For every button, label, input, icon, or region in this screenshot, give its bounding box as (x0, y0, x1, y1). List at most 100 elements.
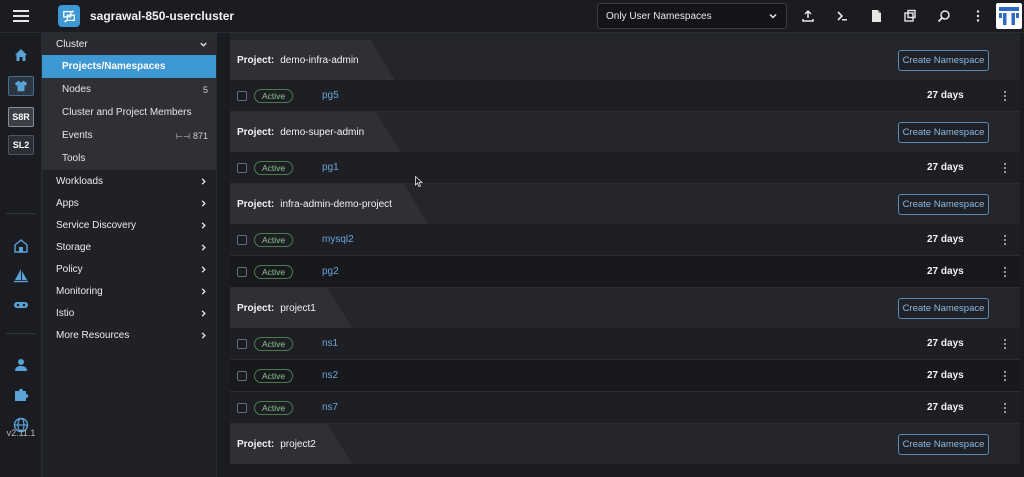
nav-item-cluster-project-members[interactable]: Cluster and Project Members (42, 101, 216, 124)
namespace-link[interactable]: pg2 (322, 266, 339, 277)
namespace-link[interactable]: ns1 (322, 338, 338, 349)
create-namespace-button[interactable]: Create Namespace (898, 194, 989, 215)
create-namespace-button[interactable]: Create Namespace (898, 122, 989, 143)
nav-group-storage[interactable]: Storage (42, 236, 216, 258)
row-actions-icon[interactable] (1001, 401, 1009, 415)
namespace-link[interactable]: ns2 (322, 370, 338, 381)
more-options-icon[interactable] (970, 8, 986, 24)
side-navigation: Cluster Projects/Namespaces Nodes 5 Clus… (42, 33, 217, 477)
namespace-row[interactable]: Active ns2 27 days (230, 360, 1020, 392)
namespace-link[interactable]: pg1 (322, 162, 339, 173)
nav-group-label: Service Discovery (56, 219, 137, 231)
shirt-icon[interactable] (8, 76, 34, 96)
row-checkbox[interactable] (237, 338, 247, 349)
row-checkbox[interactable] (237, 90, 247, 101)
file-icon[interactable] (868, 8, 884, 24)
status-badge: Active (254, 368, 294, 383)
nodes-count: 5 (202, 84, 208, 95)
menu-icon[interactable] (0, 0, 42, 33)
namespace-row[interactable]: Active pg2 27 days (230, 256, 1020, 288)
namespace-link[interactable]: ns7 (322, 402, 338, 413)
namespace-filter-select[interactable]: Only User Namespaces (597, 3, 787, 29)
projects-list: Project: demo-infra-admin Create Namespace… (230, 33, 1020, 464)
cluster-name: sagrawal-850-usercluster (90, 9, 235, 23)
nav-group-cluster[interactable]: Cluster (42, 33, 216, 55)
nav-group-apps[interactable]: Apps (42, 192, 216, 214)
project-label: Project: (237, 198, 275, 210)
cluster-sl2-button[interactable]: SL2 (8, 135, 34, 155)
status-badge: Active (254, 160, 294, 175)
row-checkbox[interactable] (237, 402, 247, 413)
namespace-row[interactable]: Active pg1 27 days (230, 152, 1020, 184)
row-actions-icon[interactable] (1001, 337, 1009, 351)
nav-group-more-resources[interactable]: More Resources (42, 324, 216, 346)
nav-group-workloads[interactable]: Workloads (42, 170, 216, 192)
project-label: Project: (237, 302, 275, 314)
chevron-down-icon (200, 42, 207, 47)
row-checkbox[interactable] (237, 370, 247, 381)
row-actions-icon[interactable] (1001, 89, 1009, 103)
nav-group-label: Monitoring (56, 285, 103, 297)
row-checkbox[interactable] (237, 266, 247, 277)
copy-config-icon[interactable] (902, 8, 918, 24)
namespace-age: 27 days (927, 90, 964, 101)
nav-group-label: Istio (56, 307, 75, 319)
row-checkbox[interactable] (237, 162, 247, 173)
nav-item-nodes[interactable]: Nodes 5 (42, 78, 216, 101)
create-namespace-button[interactable]: Create Namespace (898, 434, 989, 455)
nav-group-label: Storage (56, 241, 92, 253)
events-count: ⊢⊣ 871 (176, 131, 208, 141)
cluster-s8r-button[interactable]: S8R (8, 107, 34, 127)
home-icon[interactable] (8, 45, 34, 65)
project-label: Project: (237, 438, 275, 450)
namespace-row[interactable]: Active mysql2 27 days (230, 224, 1020, 256)
project-tab: Project: project1 (230, 288, 352, 328)
top-bar: sagrawal-850-usercluster Only User Names… (0, 0, 1024, 33)
project-name: project1 (280, 302, 316, 314)
namespace-filter-value: Only User Namespaces (606, 10, 712, 22)
row-actions-icon[interactable] (1001, 265, 1009, 279)
nav-groups: Workloads Apps Service Discovery Storage Pol… (42, 170, 216, 346)
nav-item-tools[interactable]: Tools (42, 147, 216, 170)
project-tab: Project: demo-super-admin (230, 112, 400, 152)
create-namespace-button[interactable]: Create Namespace (898, 50, 989, 71)
chevron-right-icon (201, 309, 206, 317)
row-actions-icon[interactable] (1001, 161, 1009, 175)
chevron-right-icon (201, 199, 206, 207)
nav-group-policy[interactable]: Policy (42, 258, 216, 280)
sail-icon[interactable] (8, 266, 34, 286)
project-group-header: Project: project2 Create Namespace (230, 424, 1020, 464)
nav-group-istio[interactable]: Istio (42, 302, 216, 324)
row-actions-icon[interactable] (1001, 369, 1009, 383)
kubectl-shell-icon[interactable] (834, 8, 850, 24)
nav-item-events[interactable]: Events ⊢⊣ 871 (42, 124, 216, 147)
namespace-age: 27 days (927, 234, 964, 245)
search-icon[interactable] (936, 8, 952, 24)
nav-group-label: Apps (56, 197, 79, 209)
storage-icon[interactable] (8, 295, 34, 315)
row-actions-icon[interactable] (1001, 233, 1009, 247)
namespace-age: 27 days (927, 338, 964, 349)
brand-logo-icon[interactable] (996, 3, 1022, 29)
namespace-row[interactable]: Active pg5 27 days (230, 80, 1020, 112)
status-badge: Active (254, 88, 294, 103)
project-label: Project: (237, 126, 275, 138)
namespace-row[interactable]: Active ns7 27 days (230, 392, 1020, 424)
namespace-row[interactable]: Active ns1 27 days (230, 328, 1020, 360)
project-name: demo-super-admin (280, 126, 365, 138)
row-checkbox[interactable] (237, 234, 247, 245)
create-namespace-button[interactable]: Create Namespace (898, 298, 989, 319)
puzzle-icon[interactable] (8, 385, 34, 405)
status-badge: Active (254, 232, 294, 247)
mouse-cursor-icon (415, 176, 423, 187)
nav-item-label: Projects/Namespaces (62, 61, 166, 72)
import-yaml-icon[interactable] (800, 8, 816, 24)
namespace-link[interactable]: mysql2 (322, 234, 354, 245)
chevron-right-icon (201, 331, 206, 339)
nav-group-service-discovery[interactable]: Service Discovery (42, 214, 216, 236)
user-icon[interactable] (8, 355, 34, 375)
barn-icon[interactable] (8, 236, 34, 256)
namespace-link[interactable]: pg5 (322, 90, 339, 101)
nav-item-projects-namespaces[interactable]: Projects/Namespaces (42, 55, 216, 78)
nav-group-monitoring[interactable]: Monitoring (42, 280, 216, 302)
